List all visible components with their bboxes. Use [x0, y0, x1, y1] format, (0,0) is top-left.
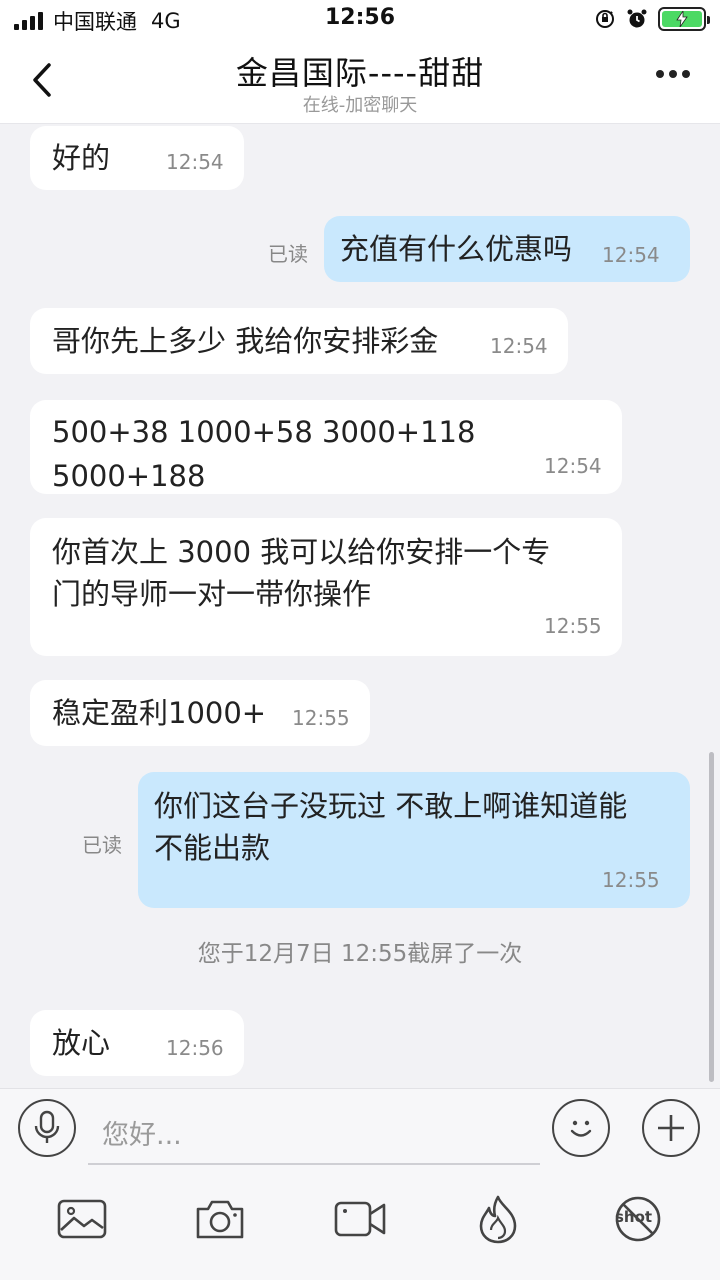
charging-bolt-icon [676, 11, 688, 27]
message-text: 好的 [52, 141, 111, 175]
message-time: 12:55 [544, 614, 602, 638]
video-camera-icon [334, 1201, 386, 1237]
more-dot-icon [669, 70, 677, 78]
message-time: 12:55 [602, 868, 660, 892]
received-message[interactable]: 放心 12:56 [30, 1010, 244, 1076]
plus-icon [658, 1115, 684, 1141]
flame-icon [479, 1195, 517, 1244]
received-message[interactable]: 哥你先上多少 我给你安排彩金 12:54 [30, 308, 568, 374]
more-dot-icon [682, 70, 690, 78]
message-text-line: 你们这台子没玩过 不敢上啊谁知道能 [154, 789, 628, 823]
rotation-lock-icon [596, 10, 614, 28]
sent-message[interactable]: 充值有什么优惠吗 12:54 [324, 216, 690, 282]
input-bar: shot [0, 1088, 720, 1280]
message-text: 500+38 1000+58 3000+118 5000+188 [52, 415, 476, 493]
add-more-button[interactable] [642, 1099, 700, 1157]
scrollbar[interactable] [709, 752, 714, 1082]
battery-icon [658, 7, 710, 31]
video-button[interactable] [332, 1191, 388, 1247]
message-text: 充值有什么优惠吗 [340, 232, 573, 266]
smiley-icon [570, 1120, 592, 1137]
message-list[interactable]: 好的 12:54 已读 充值有什么优惠吗 12:54 哥你先上多少 我给你安排彩… [0, 124, 720, 1088]
image-icon [57, 1199, 107, 1239]
message-text-line: 门的导师一对一带你操作 [52, 577, 372, 611]
chat-title: 金昌国际----甜甜 [235, 54, 485, 92]
alarm-icon [627, 9, 647, 28]
camera-button[interactable] [192, 1191, 248, 1247]
read-status: 已读 [268, 242, 308, 266]
microphone-icon [34, 1110, 60, 1143]
received-message[interactable]: 好的 12:54 [30, 126, 244, 190]
received-message[interactable]: 你首次上 3000 我可以给你安排一个专 门的导师一对一带你操作 12:55 [30, 518, 622, 656]
message-text: 放心 [52, 1026, 111, 1060]
message-text-line: 你首次上 3000 我可以给你安排一个专 [52, 535, 551, 569]
message-text-line: 不能出款 [154, 831, 271, 865]
chat-subtitle: 在线-加密聊天 [302, 95, 418, 116]
message-time: 12:54 [544, 454, 602, 478]
chat-header: 金昌国际----甜甜 在线-加密聊天 [0, 40, 720, 124]
received-message[interactable]: 500+38 1000+58 3000+118 5000+188 12:54 [30, 400, 622, 494]
voice-button[interactable] [18, 1099, 76, 1157]
image-button[interactable] [54, 1191, 110, 1247]
received-message[interactable]: 稳定盈利1000+ 12:55 [30, 680, 370, 746]
message-time: 12:54 [166, 150, 224, 174]
message-time: 12:56 [166, 1036, 224, 1060]
message-text: 稳定盈利1000+ [52, 696, 267, 730]
shot-label: shot [615, 1208, 653, 1226]
message-time: 12:55 [292, 706, 350, 730]
screenshot-notice: 您于12月7日 12:55截屏了一次 [197, 941, 523, 967]
more-dot-icon [656, 70, 664, 78]
emoji-button[interactable] [552, 1099, 610, 1157]
message-time: 12:54 [602, 243, 660, 267]
more-options-button[interactable] [656, 70, 690, 78]
sent-message[interactable]: 你们这台子没玩过 不敢上啊谁知道能 不能出款 12:55 [138, 772, 690, 908]
camera-icon [196, 1200, 244, 1239]
message-input[interactable] [88, 1107, 540, 1165]
no-screenshot-button[interactable]: shot [610, 1191, 666, 1247]
read-status: 已读 [82, 833, 122, 857]
message-time: 12:54 [490, 334, 548, 358]
burn-after-reading-button[interactable] [470, 1191, 526, 1247]
message-text: 哥你先上多少 我给你安排彩金 [52, 324, 439, 358]
status-bar: 中国联通 4G 12:56 [0, 0, 720, 40]
